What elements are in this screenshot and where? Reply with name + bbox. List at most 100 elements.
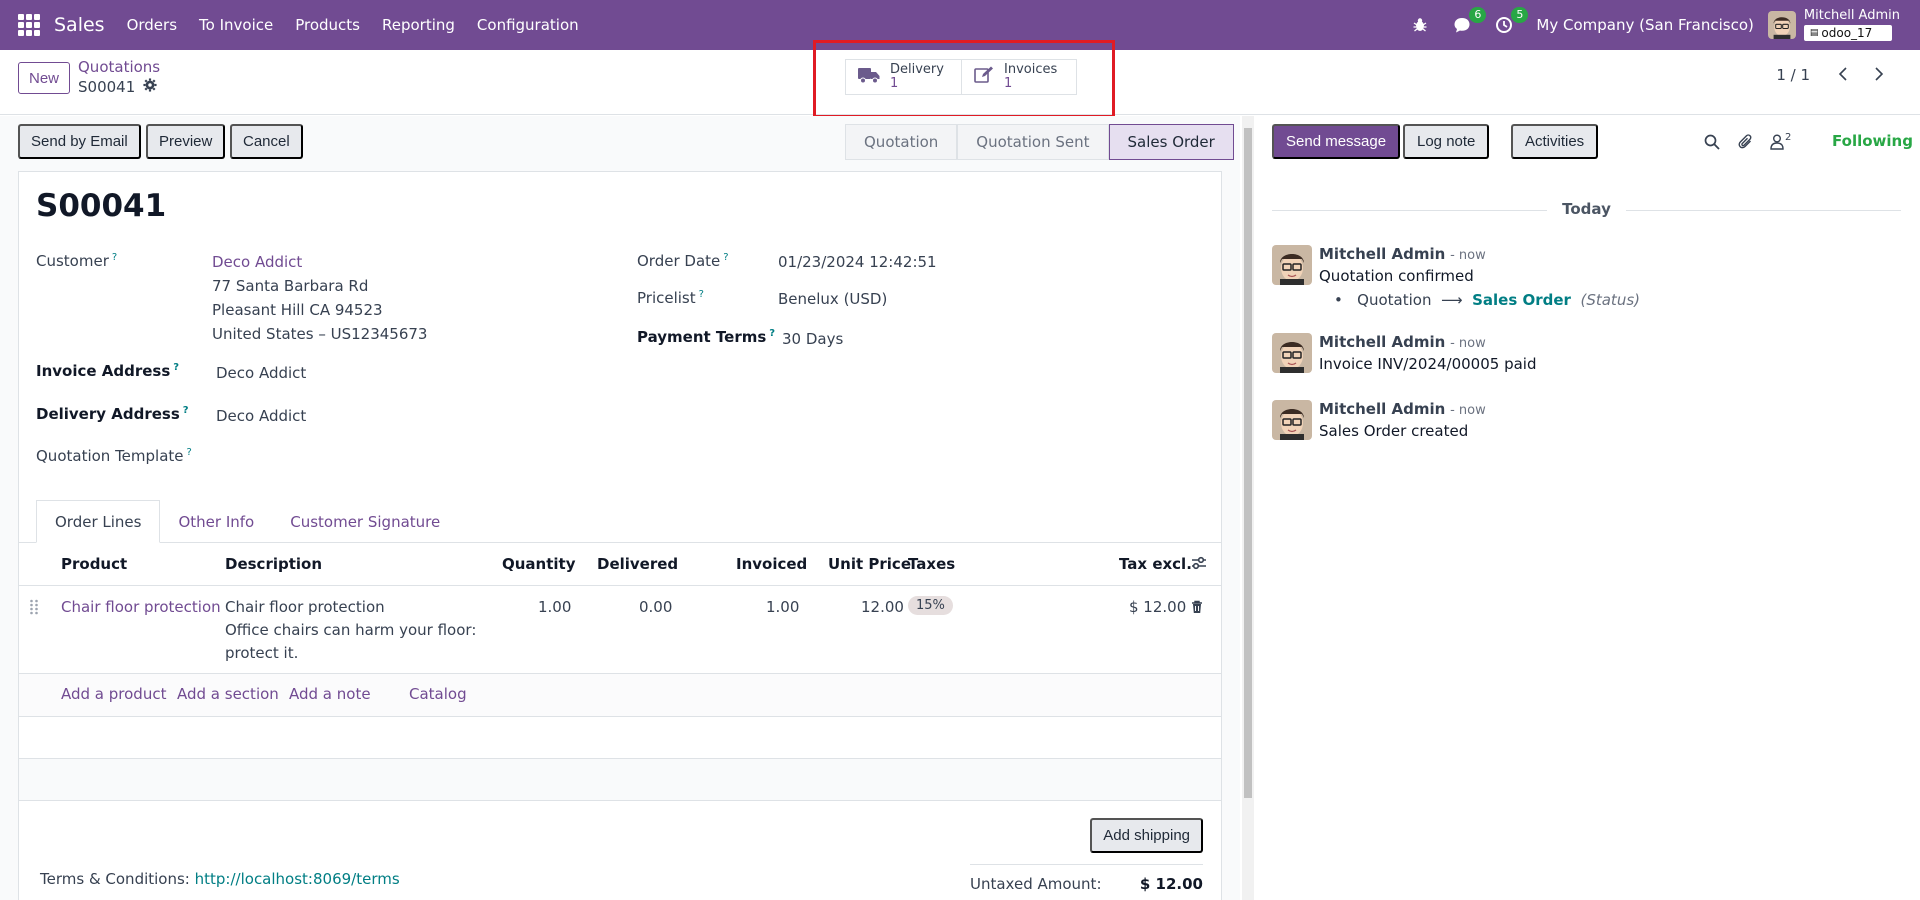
totals-untaxed: Untaxed Amount: $ 12.00 — [970, 864, 1203, 893]
message-author[interactable]: Mitchell Admin — [1319, 245, 1445, 263]
smart-button-invoices[interactable]: Invoices 1 — [961, 59, 1077, 95]
record-title: S00041 — [36, 188, 167, 224]
add-product-link[interactable]: Add a product — [61, 685, 166, 703]
add-shipping-button[interactable]: Add shipping — [1090, 818, 1203, 853]
invoice-address-field[interactable]: Deco Addict — [216, 364, 306, 382]
column-unit-price[interactable]: Unit Price — [828, 555, 911, 573]
line-description-1[interactable]: Chair floor protection — [225, 598, 385, 616]
user-menu[interactable]: Mitchell Admin ▤ odoo_17 — [1803, 9, 1900, 41]
column-tax-excl[interactable]: Tax excl. — [1119, 555, 1192, 573]
messaging-icon[interactable]: 6 — [1452, 7, 1487, 35]
pager-previous-icon[interactable] — [1828, 60, 1858, 88]
optional-columns-icon[interactable] — [1191, 556, 1207, 574]
table-row[interactable]: Chair floor protection Chair floor prote… — [19, 586, 1221, 674]
tab-customer-signature[interactable]: Customer Signature — [272, 500, 458, 543]
pricelist-field[interactable]: Benelux (USD) — [778, 290, 887, 308]
payment-terms-field[interactable]: 30 Days — [782, 330, 843, 348]
line-delivered[interactable]: 0.00 — [639, 598, 672, 616]
top-navbar: Sales Orders To Invoice Products Reporti… — [0, 0, 1920, 50]
menu-reporting[interactable]: Reporting — [382, 16, 455, 34]
column-product[interactable]: Product — [61, 555, 127, 573]
line-description-2[interactable]: Office chairs can harm your floor: — [225, 621, 476, 639]
customer-label: Customer? — [36, 252, 118, 270]
form-sheet: S00041 Customer? Deco Addict 77 Santa Ba… — [18, 171, 1222, 900]
message-author[interactable]: Mitchell Admin — [1319, 400, 1445, 418]
menu-to-invoice[interactable]: To Invoice — [199, 16, 273, 34]
customer-field[interactable]: Deco Addict — [212, 253, 302, 271]
apps-menu-icon[interactable] — [18, 14, 40, 36]
following-toggle[interactable]: Following — [1832, 132, 1913, 150]
drag-handle-icon[interactable] — [29, 599, 39, 619]
breadcrumb-current: S00041 — [78, 78, 157, 96]
column-invoiced[interactable]: Invoiced — [736, 555, 807, 573]
add-note-link[interactable]: Add a note — [289, 685, 371, 703]
line-description-3[interactable]: protect it. — [225, 644, 298, 662]
menu-orders[interactable]: Orders — [127, 16, 177, 34]
cancel-button[interactable]: Cancel — [230, 124, 303, 159]
activity-clock-icon[interactable]: 5 — [1494, 7, 1529, 35]
pager-next-icon[interactable] — [1864, 60, 1894, 88]
message-author[interactable]: Mitchell Admin — [1319, 333, 1445, 351]
control-panel: New Quotations S00041 Delivery 1 Invoice… — [0, 50, 1920, 115]
log-note-button[interactable]: Log note — [1403, 124, 1490, 159]
message-header: Mitchell Admin - now — [1319, 245, 1486, 263]
message-date: - now — [1450, 403, 1486, 418]
column-delivered[interactable]: Delivered — [597, 555, 678, 573]
column-taxes[interactable]: Taxes — [908, 555, 955, 573]
pager-value[interactable]: 1 / 1 — [1776, 66, 1810, 84]
line-unit-price[interactable]: 12.00 — [861, 598, 904, 616]
trash-icon[interactable] — [1191, 600, 1203, 618]
messages-badge: 6 — [1469, 7, 1487, 23]
message-header: Mitchell Admin - now — [1319, 333, 1486, 351]
smart-button-delivery[interactable]: Delivery 1 — [845, 59, 961, 95]
customer-address-line-3: United States – US12345673 — [212, 325, 428, 343]
line-tax-tag[interactable]: 15% — [908, 596, 953, 615]
status-quotation[interactable]: Quotation — [845, 124, 958, 160]
avatar[interactable] — [1272, 333, 1312, 373]
user-avatar[interactable] — [1767, 11, 1796, 39]
activities-button[interactable]: Activities — [1511, 124, 1599, 159]
terms-link[interactable]: http://localhost:8069/terms — [195, 870, 400, 888]
message-date: - now — [1450, 336, 1486, 351]
smart-button-invoices-label: Invoices — [1004, 62, 1058, 77]
new-button[interactable]: New — [18, 62, 70, 94]
tab-other-info[interactable]: Other Info — [160, 500, 272, 543]
order-lines-header: Product Description Quantity Delivered I… — [19, 543, 1221, 586]
delivery-address-field[interactable]: Deco Addict — [216, 407, 306, 425]
app-brand[interactable]: Sales — [54, 14, 105, 36]
paperclip-icon[interactable] — [1736, 132, 1756, 152]
column-description[interactable]: Description — [225, 555, 322, 573]
debug-bug-icon[interactable] — [1410, 15, 1430, 35]
form-scrollbar[interactable] — [1242, 116, 1254, 900]
delivery-address-label: Delivery Address? — [36, 405, 189, 423]
gear-icon[interactable] — [143, 78, 157, 96]
catalog-link[interactable]: Catalog — [409, 685, 467, 703]
status-quotation-sent[interactable]: Quotation Sent — [957, 124, 1109, 160]
breadcrumb-record-name: S00041 — [78, 78, 136, 96]
line-quantity[interactable]: 1.00 — [538, 598, 571, 616]
breadcrumb-quotations[interactable]: Quotations — [78, 58, 160, 76]
add-section-link[interactable]: Add a section — [177, 685, 279, 703]
message-body: Invoice INV/2024/00005 paid — [1319, 355, 1537, 373]
followers-count: 2 — [1785, 131, 1792, 143]
send-message-button[interactable]: Send message — [1272, 124, 1401, 159]
tracking-old-value: Quotation — [1357, 291, 1432, 309]
menu-configuration[interactable]: Configuration — [477, 16, 579, 34]
send-by-email-button[interactable]: Send by Email — [18, 124, 141, 159]
avatar[interactable] — [1272, 400, 1312, 440]
invoice-address-label: Invoice Address? — [36, 362, 180, 380]
tab-order-lines[interactable]: Order Lines — [36, 500, 161, 543]
status-sales-order[interactable]: Sales Order — [1108, 124, 1234, 160]
form-scrollbar-thumb[interactable] — [1244, 128, 1252, 798]
search-icon[interactable] — [1702, 132, 1722, 152]
order-date-field[interactable]: 01/23/2024 12:42:51 — [778, 253, 937, 271]
smart-button-invoices-count: 1 — [1004, 76, 1013, 91]
column-quantity[interactable]: Quantity — [502, 555, 576, 573]
avatar[interactable] — [1272, 245, 1312, 285]
menu-products[interactable]: Products — [295, 16, 360, 34]
message-body: Quotation confirmed — [1319, 267, 1474, 285]
line-product[interactable]: Chair floor protection — [61, 598, 221, 616]
preview-button[interactable]: Preview — [146, 124, 226, 159]
followers-icon[interactable]: 2 — [1770, 132, 1804, 152]
company-switcher[interactable]: My Company (San Francisco) — [1536, 16, 1753, 34]
